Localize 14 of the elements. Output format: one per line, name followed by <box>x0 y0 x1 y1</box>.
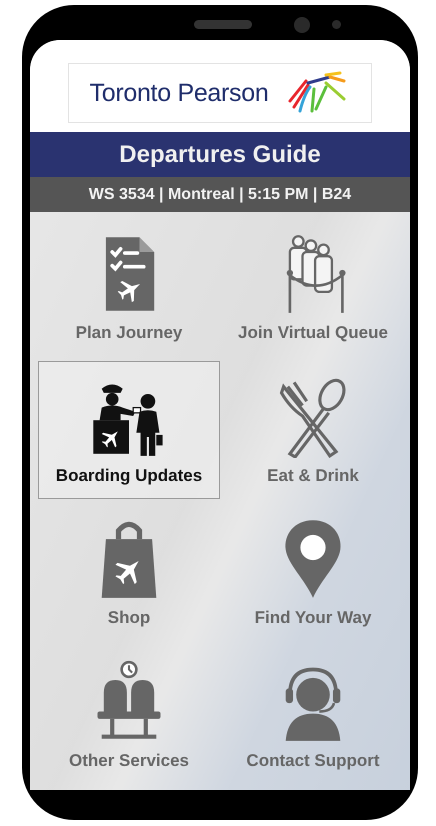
menu-tile[interactable]: Boarding Updates <box>38 360 220 499</box>
screen-title: Departures Guide <box>30 132 410 177</box>
menu-tile[interactable]: Join Virtual Queue <box>222 218 404 356</box>
camera-lens <box>294 17 310 33</box>
menu-tile[interactable]: Plan Journey <box>38 218 220 356</box>
menu-tile[interactable]: Contact Support <box>222 646 404 784</box>
flight-info: WS 3534 | Montreal | 5:15 PM | B24 <box>30 177 410 212</box>
menu-tile[interactable]: Other Services <box>38 646 220 784</box>
sensor-dot <box>332 20 341 29</box>
menu-tile[interactable]: Eat & Drink <box>222 360 404 499</box>
menu-tile[interactable]: Find Your Way <box>222 503 404 642</box>
logo-text: Toronto Pearson <box>90 78 268 108</box>
speaker-grille <box>194 20 252 29</box>
menu-tile[interactable]: Shop <box>38 503 220 642</box>
